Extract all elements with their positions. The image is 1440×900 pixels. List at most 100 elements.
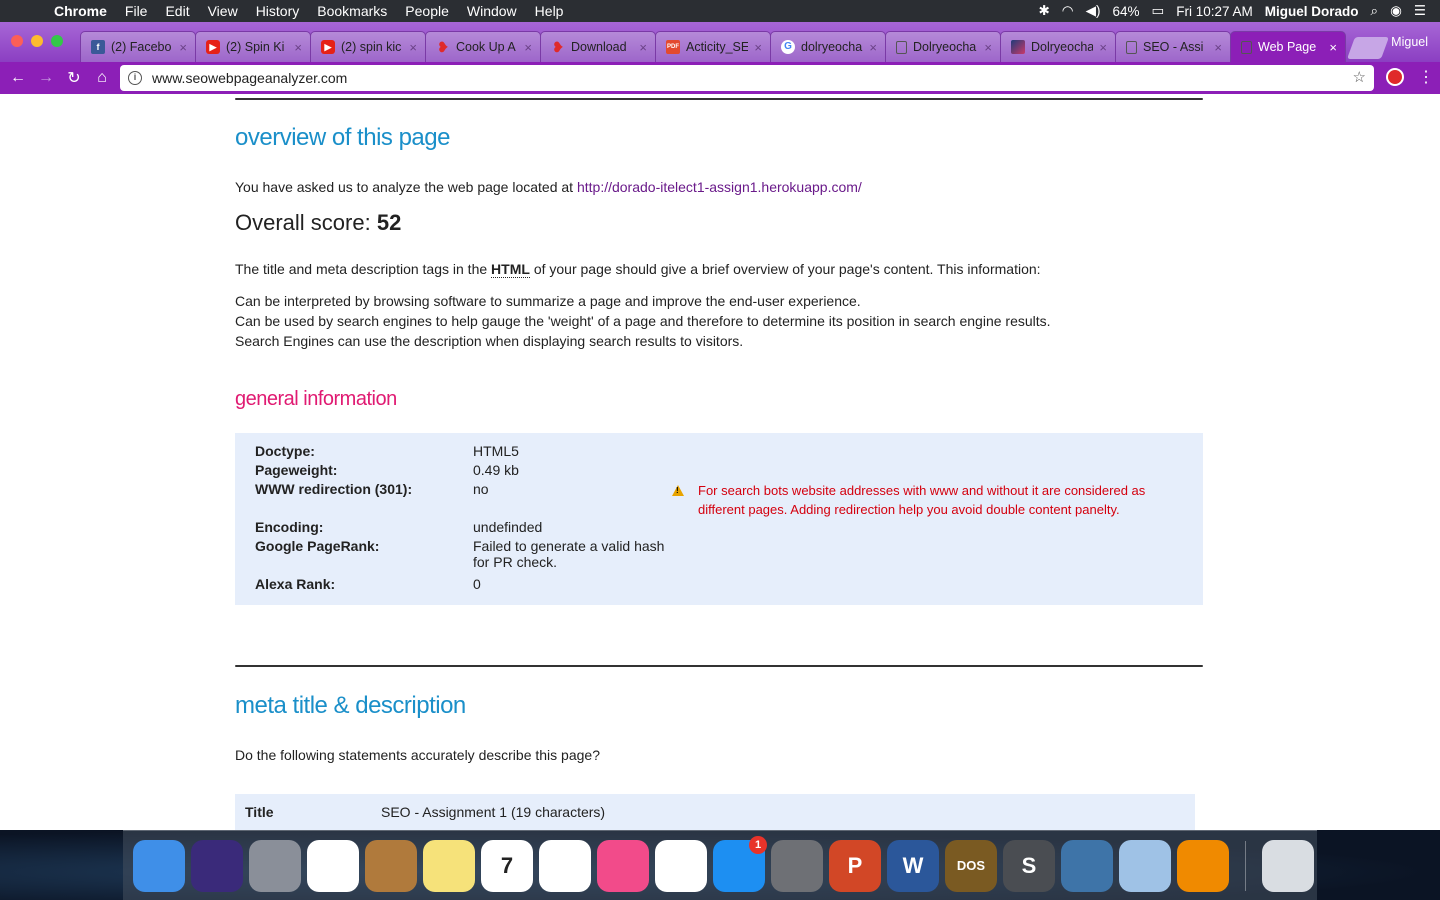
www-redirection-value: no [473,481,489,497]
meta-title-value: SEO - Assignment 1 (19 characters) [381,804,606,820]
status-area: ✱ ◠ ◀) 64% ▭ Fri 10:27 AM Miguel Dorado … [1038,3,1440,19]
browser-tab[interactable]: Gdolryeocha × [770,31,886,62]
battery-percent[interactable]: 64% [1112,4,1139,19]
menu-window[interactable]: Window [458,0,526,22]
reload-icon[interactable]: ↻ [60,68,88,88]
volume-icon[interactable]: ◀) [1086,3,1101,19]
meta-heading: meta title & description [235,692,466,719]
tab-strip: f (2) Facebo × ▶ (2) Spin Ki × ▶ (2) spin kic × ❥… [0,22,1440,62]
site-info-icon[interactable]: i [128,71,142,85]
menu-help[interactable]: Help [526,0,573,22]
browser-tab[interactable]: f (2) Facebo × [80,31,196,62]
close-tab-icon[interactable]: × [1214,40,1222,55]
close-tab-icon[interactable]: × [1099,40,1107,55]
tab-label: (2) Spin Ki [226,40,285,54]
document-icon [1241,40,1252,54]
app-store-icon[interactable]: 1 [713,835,767,892]
new-tab-button[interactable] [1346,37,1390,59]
menu-file[interactable]: File [116,0,157,22]
user-name[interactable]: Miguel Dorado [1265,4,1359,19]
pageweight-label: Pageweight: [255,462,338,478]
browser-tab[interactable]: PDF Acticity_SE × [655,31,771,62]
powerpoint-icon[interactable]: P [829,839,881,892]
bluetooth-icon[interactable]: ✱ [1038,3,1049,19]
browser-tab[interactable]: ▶ (2) Spin Ki × [195,31,311,62]
forward-arrow-icon[interactable]: → [32,69,60,87]
close-tab-icon[interactable]: × [1329,40,1337,55]
close-window-button[interactable] [11,35,23,47]
calendar-icon[interactable]: 7 [481,839,533,892]
menu-history[interactable]: History [247,0,309,22]
minimize-window-button[interactable] [31,35,43,47]
system-preferences-icon[interactable] [771,839,823,892]
tab-label: (2) spin kic [341,40,402,54]
launchpad-icon[interactable] [249,839,301,892]
itunes-icon[interactable] [597,839,649,892]
notification-center-icon[interactable]: ☰ [1414,3,1426,19]
info-list: Can be interpreted by browsing software … [235,291,1051,351]
close-tab-icon[interactable]: × [754,40,762,55]
analyze-text: You have asked us to analyze the web pag… [235,179,577,195]
browser-tab[interactable]: ▶ (2) spin kic × [310,31,426,62]
general-info-table: Doctype: HTML5 Pageweight: 0.49 kb WWW r… [235,433,1203,605]
contacts-icon[interactable] [365,839,417,892]
dock-icon-label: W [902,852,924,878]
menu-edit[interactable]: Edit [156,0,198,22]
browser-tab[interactable]: Dolryeocha × [1000,31,1116,62]
siri-menubar-icon[interactable]: ◉ [1390,3,1402,19]
virtualbox-icon[interactable] [1119,839,1171,892]
back-arrow-icon[interactable]: ← [4,69,32,87]
browser-tab[interactable]: ❥ Cook Up A × [425,31,541,62]
python-icon[interactable] [1061,839,1113,892]
siri-icon[interactable] [191,839,243,892]
close-tab-icon[interactable]: × [409,40,417,55]
home-icon[interactable]: ⌂ [88,69,116,87]
tabs: f (2) Facebo × ▶ (2) Spin Ki × ▶ (2) spin kic × ❥… [80,31,1390,62]
overview-heading: overview of this page [235,124,450,151]
analyzed-url-link[interactable]: http://dorado-itelect1-assign1.herokuapp… [577,179,862,195]
browser-tab[interactable]: SEO - Assi × [1115,31,1231,62]
address-url[interactable]: www.seowebpageanalyzer.com [152,70,347,86]
close-tab-icon[interactable]: × [294,40,302,55]
dock-icon-label: S [1021,852,1037,878]
clock[interactable]: Fri 10:27 AM [1176,4,1253,19]
notes-icon[interactable] [423,839,475,892]
www-warning-text: For search bots website addresses with w… [698,483,1146,517]
bookmark-star-icon[interactable]: ☆ [1353,68,1366,86]
trash-icon[interactable] [1262,839,1314,892]
menu-app-name[interactable]: Chrome [42,0,116,22]
menu-view[interactable]: View [199,0,247,22]
extension-icon[interactable] [1386,68,1404,86]
browser-tab[interactable]: Web Page × [1230,31,1346,62]
reminders-icon[interactable] [655,839,707,892]
browser-tab[interactable]: ❥ Download × [540,31,656,62]
word-icon[interactable]: W [887,839,939,892]
encoding-value: undefinded [473,519,543,535]
close-tab-icon[interactable]: × [524,40,532,55]
wifi-icon[interactable]: ◠ [1062,3,1074,19]
close-tab-icon[interactable]: × [639,40,647,55]
address-bar[interactable]: i www.seowebpageanalyzer.com ☆ [120,65,1374,91]
close-tab-icon[interactable]: × [179,40,187,55]
chrome-icon[interactable] [307,839,359,892]
finder-icon[interactable] [133,839,185,892]
battery-icon[interactable]: ▭ [1152,3,1165,19]
close-tab-icon[interactable]: × [869,40,877,55]
photos-icon[interactable] [539,839,591,892]
spotlight-icon[interactable]: ⌕ [1371,3,1379,19]
vlc-icon[interactable] [1177,839,1229,892]
close-tab-icon[interactable]: × [984,40,992,55]
menu-bookmarks[interactable]: Bookmarks [308,0,396,22]
dock-icon-label: 7 [500,852,514,878]
sublime-text-icon[interactable]: S [1003,839,1055,892]
document-icon [896,40,907,54]
profile-button[interactable]: Miguel [1391,35,1428,49]
dosbox-icon[interactable]: DOS [945,839,997,892]
menu-people[interactable]: People [396,0,458,22]
chrome-menu-icon[interactable]: ⋮ [1418,67,1434,87]
fullscreen-window-button[interactable] [51,35,63,47]
tab-label: Dolryeocha [913,40,977,54]
tab-label: Dolryeocha [1031,40,1094,54]
www-redirection-label: WWW redirection (301): [255,481,413,497]
browser-tab[interactable]: Dolryeocha × [885,31,1001,62]
